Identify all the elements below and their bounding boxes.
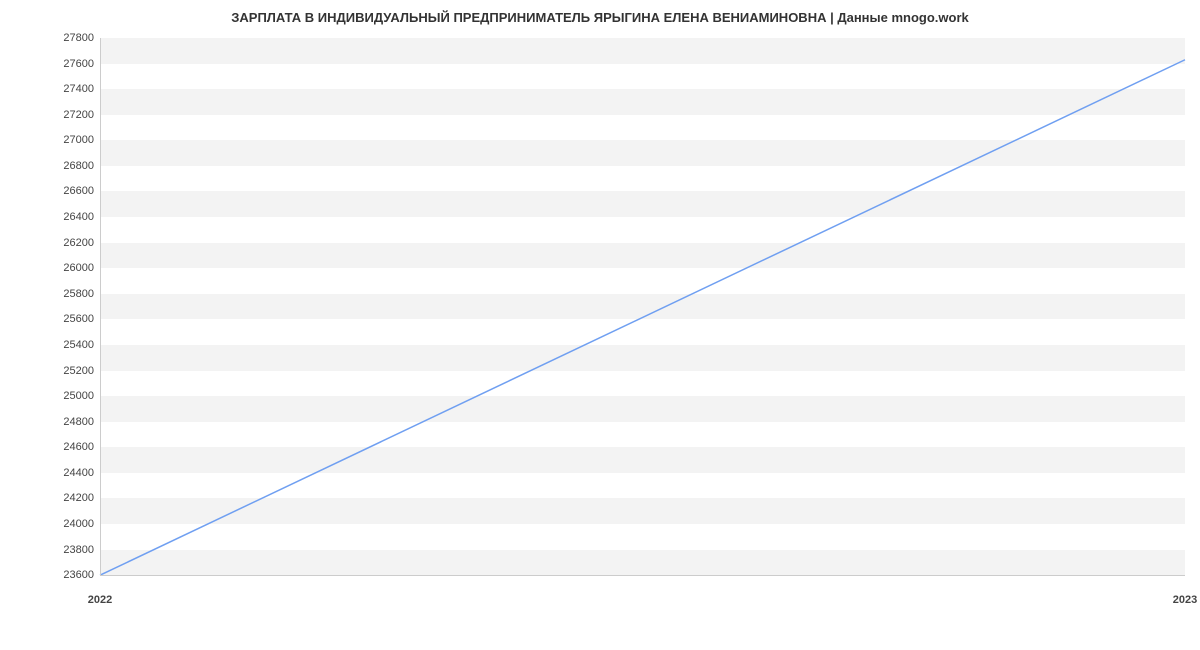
y-tick-label: 24600	[63, 441, 100, 453]
y-tick-label: 26200	[63, 237, 100, 249]
y-tick-label: 27000	[63, 134, 100, 146]
y-tick-label: 27600	[63, 58, 100, 70]
plot-area: 2360023800240002420024400246002480025000…	[100, 38, 1185, 588]
y-axis-line	[100, 38, 101, 575]
y-tick-label: 23800	[63, 544, 100, 556]
y-tick-label: 26600	[63, 185, 100, 197]
x-axis-line	[100, 575, 1185, 576]
y-tick-label: 23600	[63, 569, 100, 581]
salary-line-chart: ЗАРПЛАТА В ИНДИВИДУАЛЬНЫЙ ПРЕДПРИНИМАТЕЛ…	[0, 0, 1200, 650]
y-tick-label: 25400	[63, 339, 100, 351]
chart-title: ЗАРПЛАТА В ИНДИВИДУАЛЬНЫЙ ПРЕДПРИНИМАТЕЛ…	[0, 10, 1200, 25]
y-tick-label: 25600	[63, 313, 100, 325]
y-tick-label: 24000	[63, 518, 100, 530]
series-line	[100, 60, 1185, 575]
y-tick-label: 25800	[63, 288, 100, 300]
y-tick-label: 24800	[63, 416, 100, 428]
y-tick-label: 26000	[63, 262, 100, 274]
y-tick-label: 27400	[63, 83, 100, 95]
y-tick-label: 24200	[63, 492, 100, 504]
y-tick-label: 27200	[63, 109, 100, 121]
y-tick-label: 25000	[63, 390, 100, 402]
y-tick-label: 27800	[63, 32, 100, 44]
y-tick-label: 24400	[63, 467, 100, 479]
x-tick-label: 2023	[1173, 588, 1197, 606]
y-tick-label: 26800	[63, 160, 100, 172]
line-layer	[100, 38, 1185, 588]
y-tick-label: 26400	[63, 211, 100, 223]
y-tick-label: 25200	[63, 365, 100, 377]
x-tick-label: 2022	[88, 588, 112, 606]
